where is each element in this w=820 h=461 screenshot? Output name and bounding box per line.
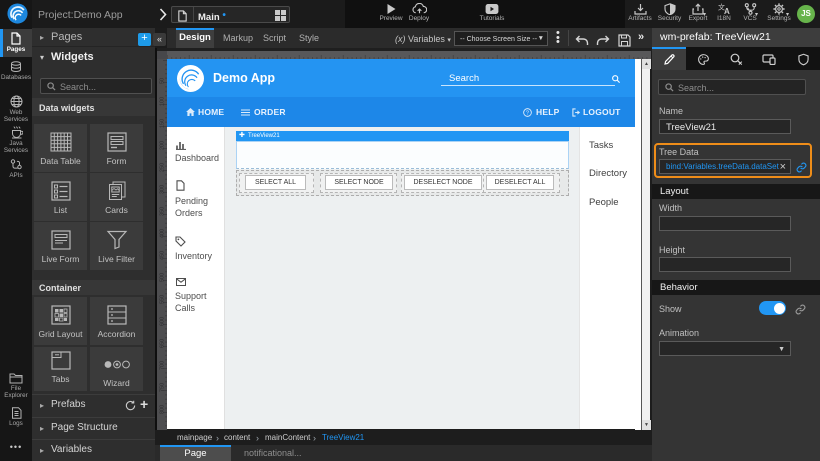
svg-text:500: 500	[160, 273, 166, 282]
svg-text:750: 750	[160, 383, 166, 392]
svg-text:300: 300	[160, 185, 166, 194]
svg-text:450: 450	[160, 251, 166, 260]
svg-text:A: A	[724, 7, 730, 15]
svg-text:550: 550	[160, 295, 166, 304]
svg-text:400: 400	[160, 229, 166, 238]
svg-text:650: 650	[160, 339, 166, 348]
svg-text:200: 200	[160, 141, 166, 150]
svg-text:350: 350	[160, 207, 166, 216]
svg-text:800: 800	[160, 405, 166, 414]
svg-text:700: 700	[160, 361, 166, 370]
svg-text:250: 250	[160, 163, 166, 172]
svg-text:600: 600	[160, 317, 166, 326]
svg-text:100: 100	[160, 97, 166, 106]
svg-text:150: 150	[160, 119, 166, 128]
svg-text:50: 50	[160, 78, 166, 84]
